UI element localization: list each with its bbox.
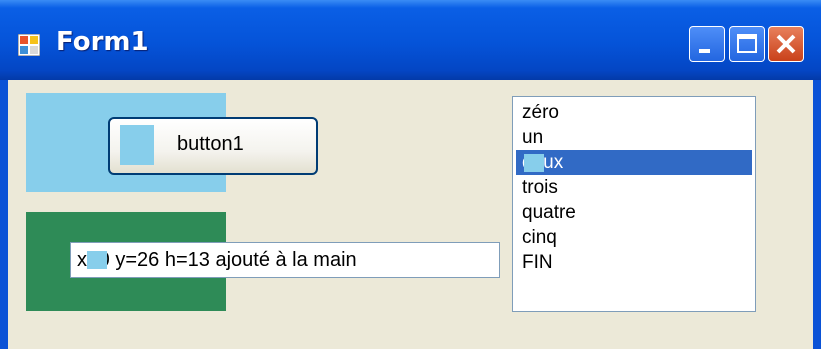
minimize-icon	[699, 49, 710, 53]
close-icon	[776, 34, 796, 54]
app-icon	[18, 34, 40, 56]
list-item[interactable]: un	[516, 125, 752, 150]
minimize-button[interactable]	[689, 26, 725, 62]
list-item[interactable]: FIN	[516, 250, 752, 275]
textbox[interactable]: x=0 y=26 h=13 ajouté à la main	[70, 242, 500, 278]
list-item[interactable]: cinq	[516, 225, 752, 250]
maximize-icon	[737, 34, 757, 53]
window-title: Form1	[56, 27, 149, 57]
list-item[interactable]: zéro	[516, 100, 752, 125]
form-client-area: button1 x=0 y=26 h=13 ajouté à la main z…	[8, 80, 813, 349]
listbox[interactable]: zéro un deux trois quatre cinq FIN	[512, 96, 756, 312]
item-image-swatch	[524, 154, 544, 172]
button1[interactable]: button1	[108, 117, 318, 175]
maximize-button[interactable]	[729, 26, 765, 62]
list-item[interactable]: trois	[516, 175, 752, 200]
list-item-selected[interactable]: deux	[516, 150, 752, 175]
textbox-image-swatch	[87, 251, 107, 269]
close-button[interactable]	[768, 26, 804, 62]
button1-label: button1	[177, 133, 244, 155]
textbox-text: x=0 y=26 h=13 ajouté à la main	[77, 249, 357, 271]
button-image-swatch	[120, 125, 154, 165]
title-bar[interactable]: Form1	[0, 0, 821, 80]
form1-window: Form1 button1 x=0 y=26 h=13 ajouté à la …	[0, 0, 821, 349]
list-item[interactable]: quatre	[516, 200, 752, 225]
